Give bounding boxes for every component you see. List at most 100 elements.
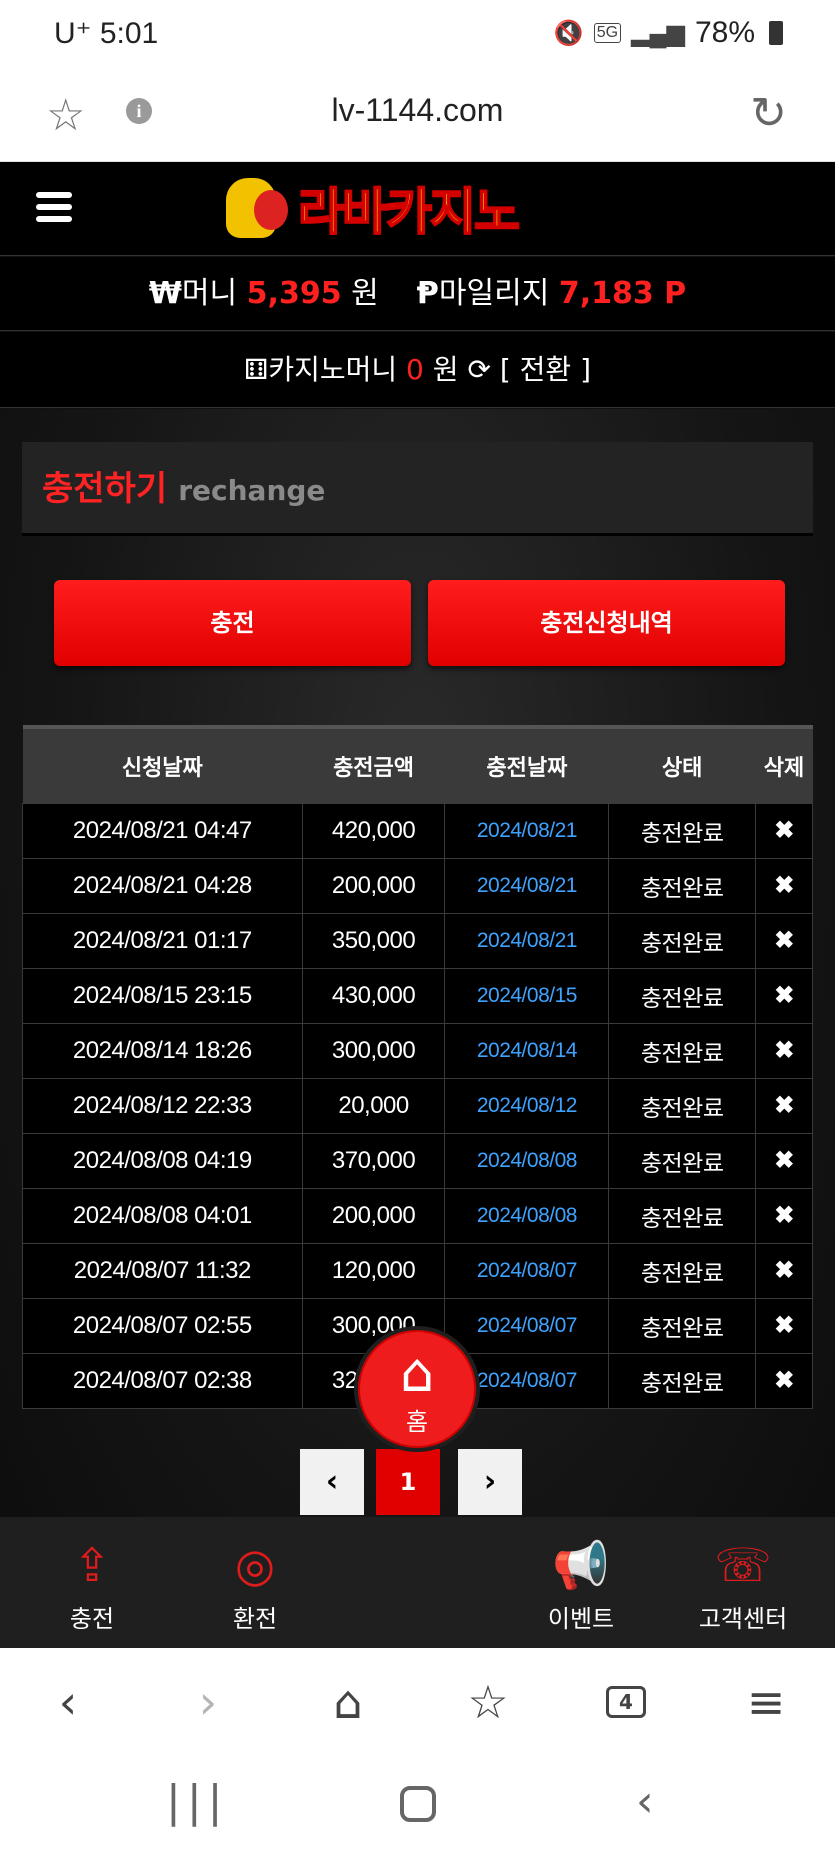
nav-support-label: 고객센터 [698,1605,788,1633]
site-bottom-nav: ⇪ 충전 ◎ 환전 📢 이벤트 ☏ 고객센터 [0,1517,835,1648]
browser-toolbar: ‹ › ⌂ ☆ 4 ≡ [0,1648,835,1758]
signal-icon: ▂▄▆ [631,19,685,47]
system-back-icon[interactable]: ‹ [636,1776,654,1827]
charged-date-cell: 2024/08/21 [444,857,610,914]
delete-icon[interactable]: ✖ [755,912,813,969]
charged-date-cell: 2024/08/21 [444,802,610,859]
system-home-icon[interactable] [400,1786,436,1822]
requested-cell: 2024/08/07 02:55 [22,1297,303,1354]
convert-button[interactable]: [ 전환 ] [500,353,591,386]
mute-icon: 🔇 [553,19,584,47]
status-cell: 충전완료 [608,967,757,1024]
status-cell: 충전완료 [608,857,757,914]
status-cell: 충전완료 [608,1077,757,1134]
requested-cell: 2024/08/08 04:19 [22,1132,303,1189]
nav-charge[interactable]: ⇪ 충전 [17,1517,167,1648]
url-text[interactable]: lv-1144.com [0,92,835,129]
table-row: 2024/08/07 11:32 120,000 2024/08/07 충전완료… [22,1242,813,1299]
menu-lines-icon[interactable]: ≡ [734,1670,798,1734]
charged-date-cell: 2024/08/07 [444,1242,610,1299]
mileage-icon: Ᵽ [416,276,439,311]
delete-icon[interactable]: ✖ [755,857,813,914]
delete-icon[interactable]: ✖ [755,1297,813,1354]
casino-money-unit: 원 [432,353,459,386]
logo-text: 라바카지노 [297,182,521,242]
megaphone-icon: 📢 [552,1538,610,1592]
header-amount: 충전금액 [302,725,445,803]
delete-icon[interactable]: ✖ [755,1242,813,1299]
header-requested: 신청날짜 [22,725,303,803]
table-row: 2024/08/08 04:01 200,000 2024/08/08 충전완료… [22,1187,813,1244]
amount-cell: 20,000 [301,1077,446,1134]
deposit-icon: ⇪ [72,1538,112,1592]
table-row: 2024/08/21 04:28 200,000 2024/08/21 충전완료… [22,857,813,914]
delete-icon[interactable]: ✖ [755,1187,813,1244]
requested-cell: 2024/08/14 18:26 [22,1022,303,1079]
browser-url-bar: ☆ i lv-1144.com ↻ [0,72,835,162]
status-cell: 충전완료 [608,1187,757,1244]
site-logo[interactable]: 라바카지노 [226,176,521,242]
dice-icon: ⚅ [243,353,269,386]
site-header: 라바카지노 [0,162,835,256]
bookmarks-icon[interactable]: ☆ [456,1670,520,1734]
header-charged: 충전날짜 [444,725,609,803]
recents-icon[interactable]: ||| [166,1776,228,1827]
requested-cell: 2024/08/21 04:28 [22,857,303,914]
refresh-icon[interactable]: ⟳ [467,353,490,386]
status-cell: 충전완료 [608,1242,757,1299]
menu-icon[interactable] [36,192,72,226]
requested-cell: 2024/08/07 02:38 [22,1352,303,1409]
table-row: 2024/08/08 04:19 370,000 2024/08/08 충전완료… [22,1132,813,1189]
back-icon[interactable]: ‹ [36,1670,100,1734]
nav-support[interactable]: ☏ 고객센터 [668,1517,818,1648]
charged-date-cell: 2024/08/21 [444,912,610,969]
pagination-page-1[interactable]: 1 [376,1449,440,1515]
delete-icon[interactable]: ✖ [755,1077,813,1134]
amount-cell: 420,000 [301,802,446,859]
delete-icon[interactable]: ✖ [755,967,813,1024]
nav-home-label: 홈 [405,1408,429,1436]
recharge-title-ko: 충전하기 [42,469,168,509]
nav-exchange[interactable]: ◎ 환전 [180,1517,330,1648]
forward-icon[interactable]: › [176,1670,240,1734]
mileage-label: 마일리지 [438,276,550,311]
nav-event[interactable]: 📢 이벤트 [506,1517,656,1648]
delete-icon[interactable]: ✖ [755,802,813,859]
nav-exchange-label: 환전 [232,1605,278,1633]
nav-home-button[interactable]: ⌂ 홈 [354,1326,480,1452]
status-cell: 충전완료 [608,802,757,859]
won-icon: ₩ [148,276,182,311]
delete-icon[interactable]: ✖ [755,1132,813,1189]
home-browser-icon[interactable]: ⌂ [316,1670,380,1734]
casino-money-label: 카지노머니 [268,353,398,386]
charged-date-cell: 2024/08/08 [444,1187,610,1244]
status-cell: 충전완료 [608,1022,757,1079]
requested-cell: 2024/08/21 01:17 [22,912,303,969]
table-header-row: 신청날짜 충전금액 충전날짜 상태 삭제 [22,725,813,803]
pagination-next-button[interactable]: › [458,1449,522,1515]
home-icon: ⌂ [399,1341,435,1404]
amount-cell: 200,000 [301,857,446,914]
mileage-value: 7,183 P [558,276,687,311]
status-cell: 충전완료 [608,1297,757,1354]
charge-history-button[interactable]: 충전신청내역 [428,580,785,666]
status-cell: 충전완료 [608,912,757,969]
amount-cell: 350,000 [301,912,446,969]
coins-hand-icon: ◎ [234,1538,276,1592]
charge-history-table: 신청날짜 충전금액 충전날짜 상태 삭제 2024/08/21 04:47 42… [22,725,813,1409]
reload-icon[interactable]: ↻ [750,88,787,139]
requested-cell: 2024/08/08 04:01 [22,1187,303,1244]
money-value: 5,395 [246,276,342,311]
table-row: 2024/08/21 04:47 420,000 2024/08/21 충전완료… [22,802,813,859]
amount-cell: 300,000 [301,1022,446,1079]
delete-icon[interactable]: ✖ [755,1022,813,1079]
battery-percent: 78% [694,16,755,49]
status-icons: 🔇 5G ▂▄▆ 78% [554,16,783,50]
pagination-prev-button[interactable]: ‹ [300,1449,364,1515]
requested-cell: 2024/08/15 23:15 [22,967,303,1024]
tabs-icon[interactable]: 4 [594,1670,658,1734]
charged-date-cell: 2024/08/07 [444,1297,610,1354]
recharge-title: 충전하기 rechange [22,442,813,536]
charge-button[interactable]: 충전 [54,580,411,666]
delete-icon[interactable]: ✖ [755,1352,813,1409]
